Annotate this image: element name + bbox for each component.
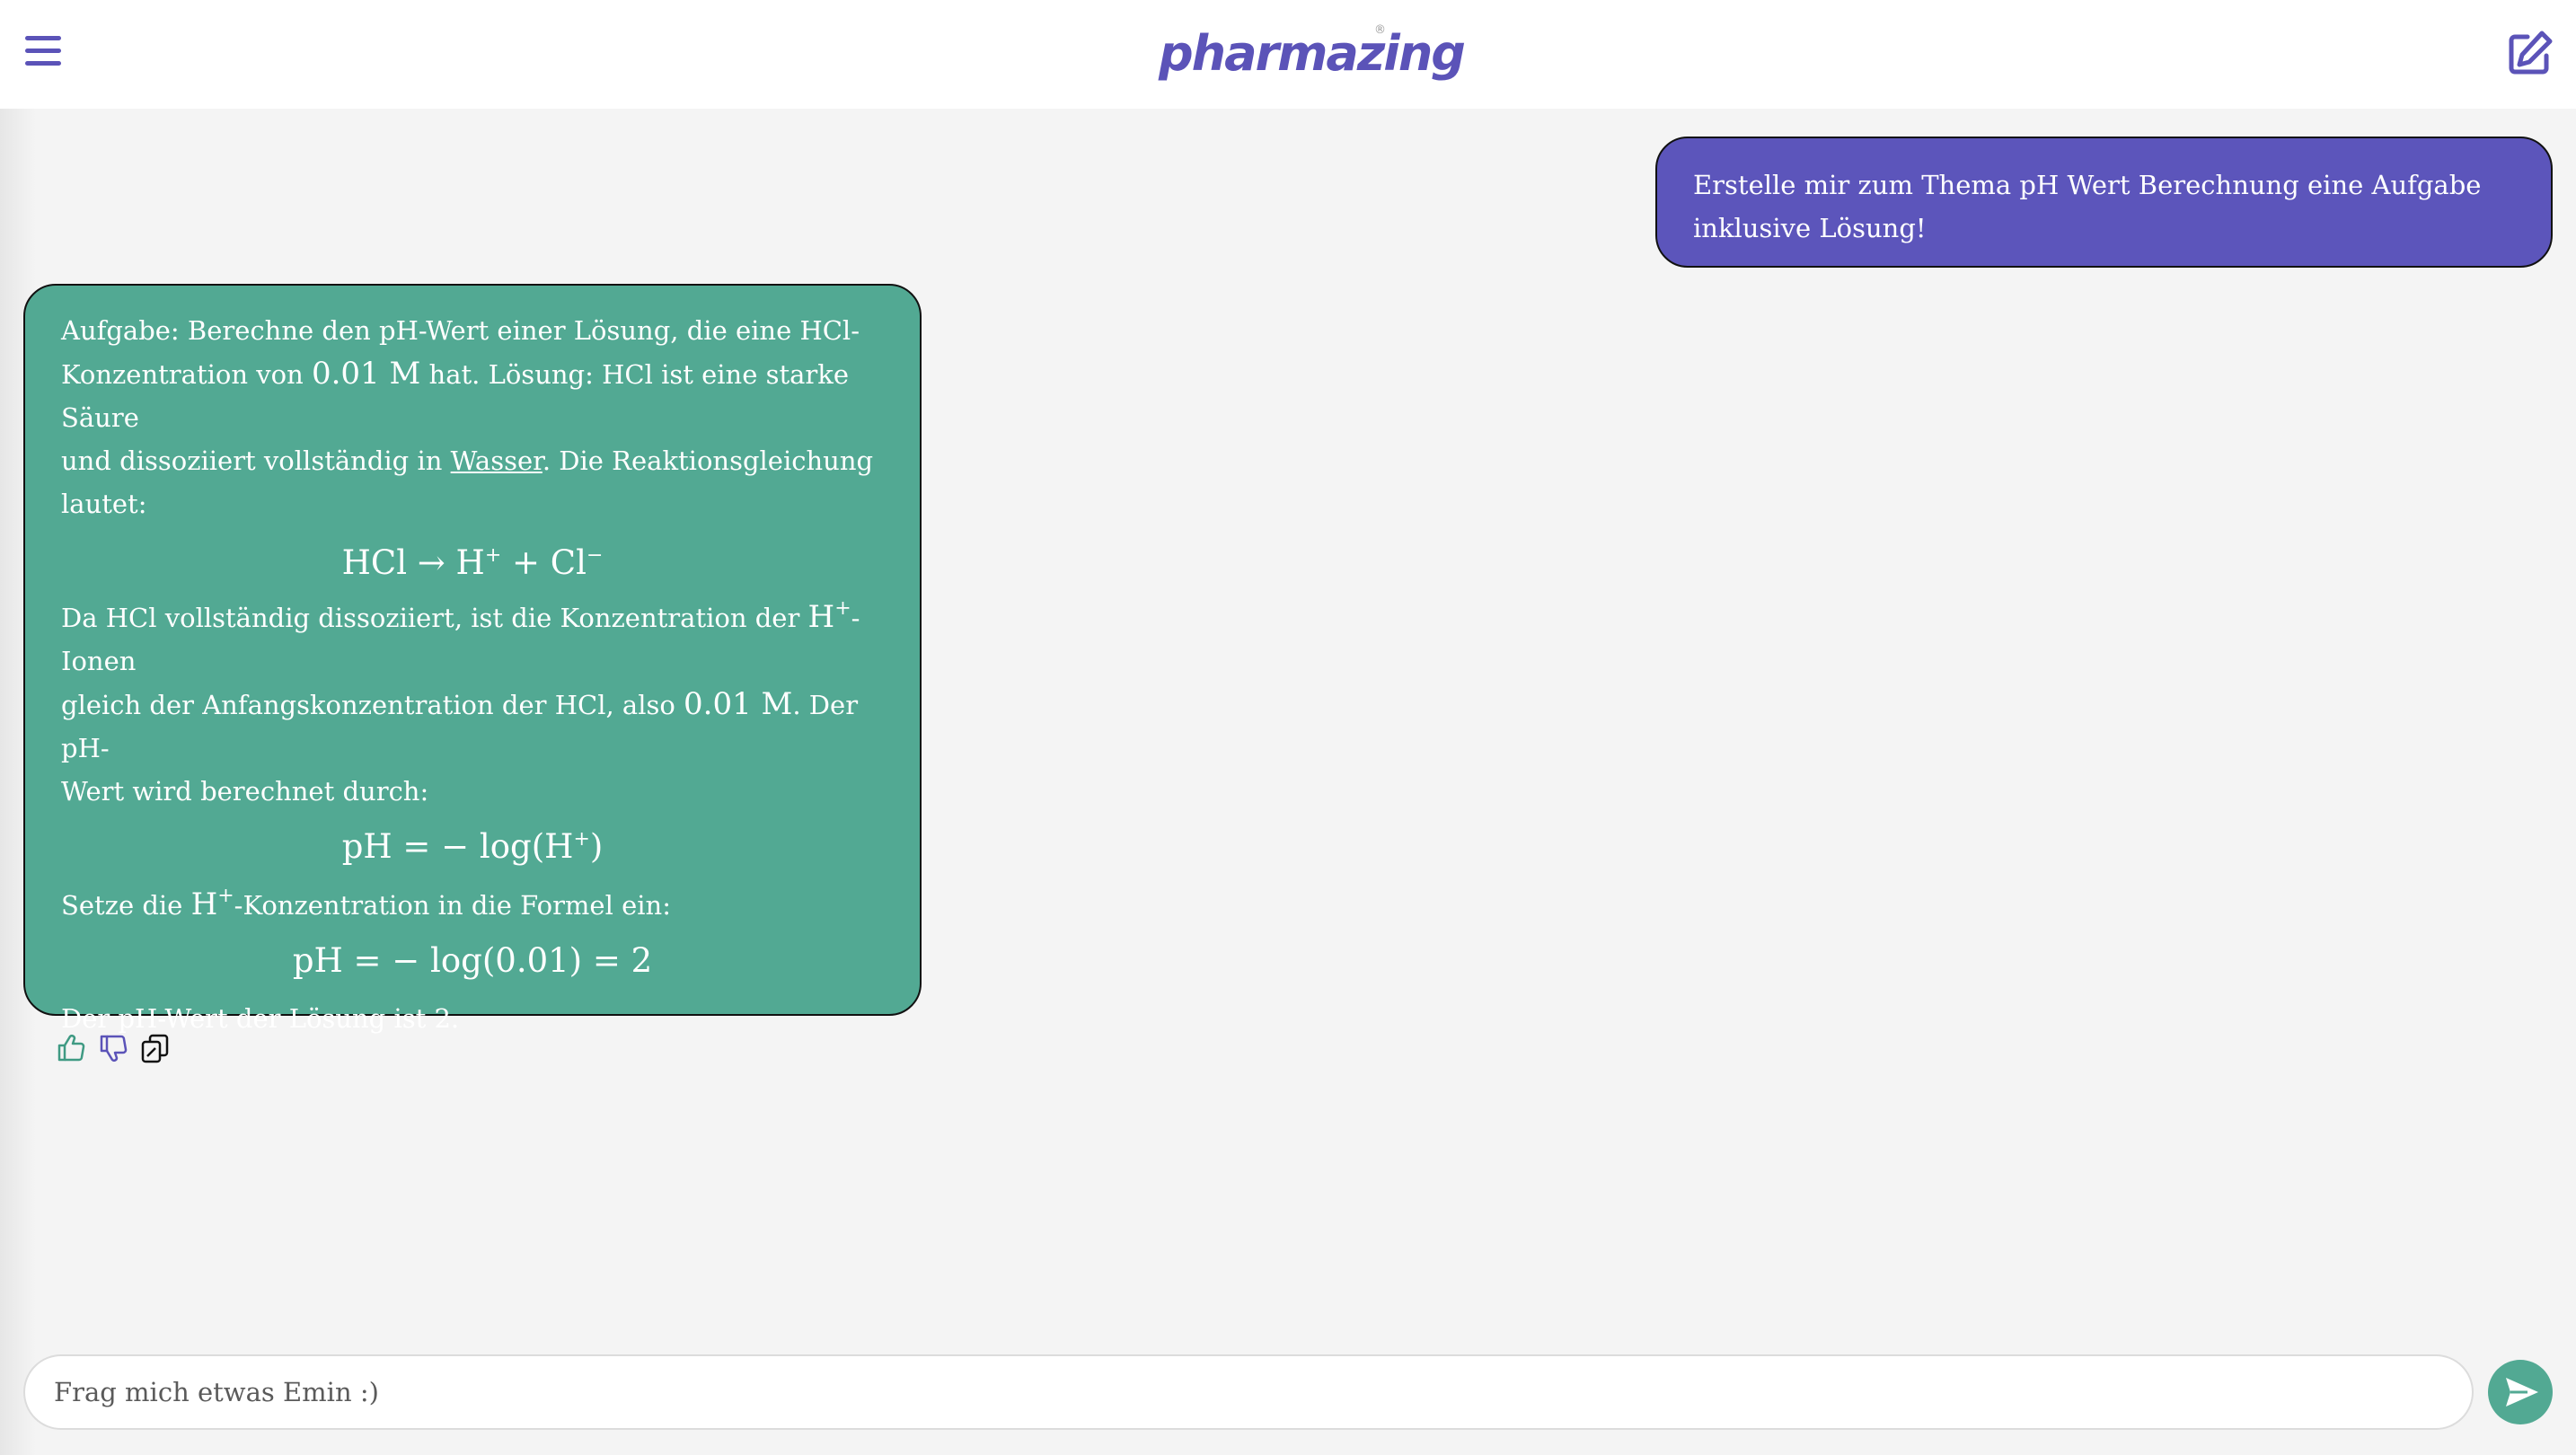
- user-message-line: inklusive Lösung!: [1693, 213, 1927, 243]
- text: Aufgabe: Berechne den pH-Wert einer Lösu…: [61, 315, 860, 346]
- eq-sup: +: [834, 597, 851, 620]
- pharmazing-logo[interactable]: pharmazing: [1159, 18, 1466, 90]
- thumbs-up-icon: [57, 1035, 85, 1062]
- text: lautet:: [61, 489, 147, 519]
- eq-sup: +: [484, 544, 502, 567]
- copy-icon: [141, 1034, 169, 1063]
- assistant-paragraph: Aufgabe: Berechne den pH-Wert einer Lösu…: [61, 309, 884, 525]
- eq-sup: +: [573, 828, 590, 851]
- user-message-bubble: Erstelle mir zum Thema pH Wert Berechnun…: [1655, 137, 2553, 268]
- assistant-message-bubble: Aufgabe: Berechne den pH-Wert einer Lösu…: [23, 284, 922, 1034]
- text: -Konzentration in die Formel ein:: [234, 890, 671, 921]
- top-header: pharmazing ®: [0, 0, 2576, 109]
- eq-part: + Cl: [501, 543, 587, 582]
- reaction-equation: HCl → H+ + Cl−: [61, 525, 884, 595]
- eq-part: pH = − log(0.01) = 2: [292, 941, 653, 980]
- text: Setze die: [61, 890, 191, 921]
- eq-part: HCl → H: [341, 543, 485, 582]
- copy-button[interactable]: [140, 1033, 171, 1063]
- eq-part: ): [589, 827, 604, 866]
- eq-part: pH = − log(H: [341, 827, 574, 866]
- text: Wert wird berechnet durch:: [61, 776, 429, 807]
- text: . Die Reaktionsgleichung: [542, 445, 874, 476]
- menu-button[interactable]: [23, 31, 68, 75]
- user-message-line: Erstelle mir zum Thema pH Wert Berechnun…: [1693, 170, 2482, 200]
- text: Da HCl vollständig dissoziiert, ist die …: [61, 603, 808, 633]
- like-button[interactable]: [56, 1033, 86, 1063]
- h-ion-symbol: H: [807, 599, 835, 635]
- thumbs-down-icon: [100, 1035, 128, 1062]
- ph-formula: pH = − log(H+): [61, 813, 884, 883]
- send-arrow-icon: [2506, 1378, 2538, 1406]
- hamburger-menu-icon: [25, 36, 61, 66]
- registered-mark: ®: [1374, 23, 1386, 37]
- chat-input[interactable]: [52, 1356, 2441, 1428]
- assistant-paragraph: Setze die H+-Konzentration in die Formel…: [61, 883, 884, 927]
- edit-square-icon: [2509, 31, 2553, 75]
- send-button[interactable]: [2488, 1360, 2553, 1424]
- text: gleich der Anfangskonzentration der HCl,…: [61, 690, 684, 720]
- eq-sup: +: [217, 885, 234, 907]
- concentration-value: 0.01 M: [684, 686, 793, 722]
- concentration-value: 0.01 M: [311, 356, 421, 392]
- text: Konzentration von: [61, 359, 312, 390]
- wasser-link[interactable]: Wasser: [451, 445, 543, 476]
- h-ion-symbol: H: [190, 886, 218, 922]
- eq-sup: −: [586, 544, 604, 567]
- assistant-paragraph: Der pH-Wert der Lösung ist 2.: [61, 997, 884, 1040]
- chat-input-container: [23, 1354, 2474, 1430]
- text: Der pH-Wert der Lösung ist 2.: [61, 1003, 460, 1034]
- text: und dissoziiert vollständig in: [61, 445, 451, 476]
- ph-calculation: pH = − log(0.01) = 2: [61, 927, 884, 997]
- assistant-paragraph: Da HCl vollständig dissoziiert, ist die …: [61, 595, 884, 813]
- dislike-button[interactable]: [98, 1033, 128, 1063]
- new-chat-button[interactable]: [2506, 29, 2554, 77]
